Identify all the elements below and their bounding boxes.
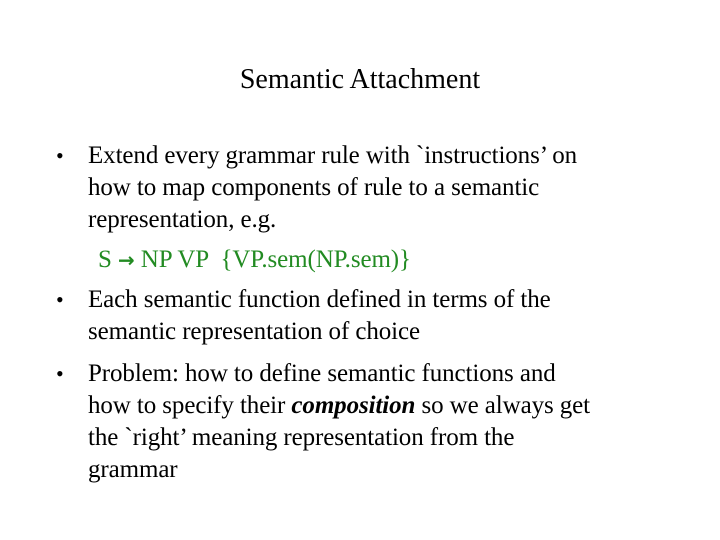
- rule-lhs: S: [98, 246, 112, 273]
- bullet-3-line-3: the `right’ meaning representation from …: [88, 424, 515, 451]
- slide-title: Semantic Attachment: [239, 64, 481, 95]
- bullet-icon: •: [56, 361, 64, 386]
- rule-rhs: NP VP {VP.sem(NP.sem)}: [140, 246, 411, 273]
- emphasized-term: composition: [291, 392, 416, 419]
- bullet-3-line-2-start: how to specify their: [88, 392, 286, 419]
- bullet-icon: •: [56, 287, 64, 312]
- bullet-1-line-3: representation, e.g.: [88, 206, 277, 233]
- bullet-3-line-4: grammar: [88, 456, 178, 483]
- bullet-2-line-2: semantic representation of choice: [88, 318, 420, 345]
- grammar-rule-example: S → NP VP {VP.sem(NP.sem)}: [98, 244, 411, 276]
- bullet-2-line-1: Each semantic function defined in terms …: [88, 286, 551, 313]
- bullet-1-line-1: Extend every grammar rule with `instruct…: [88, 142, 578, 169]
- bullet-3-line-1: Problem: how to define semantic function…: [88, 360, 556, 387]
- arrow-icon: →: [117, 248, 135, 272]
- bullet-3-line-2-end: so we always get: [421, 392, 591, 419]
- bullet-3-line-2: how to specify their composition so we a…: [88, 390, 590, 422]
- bullet-icon: •: [56, 143, 64, 168]
- bullet-1-line-2: how to map components of rule to a seman…: [88, 174, 540, 201]
